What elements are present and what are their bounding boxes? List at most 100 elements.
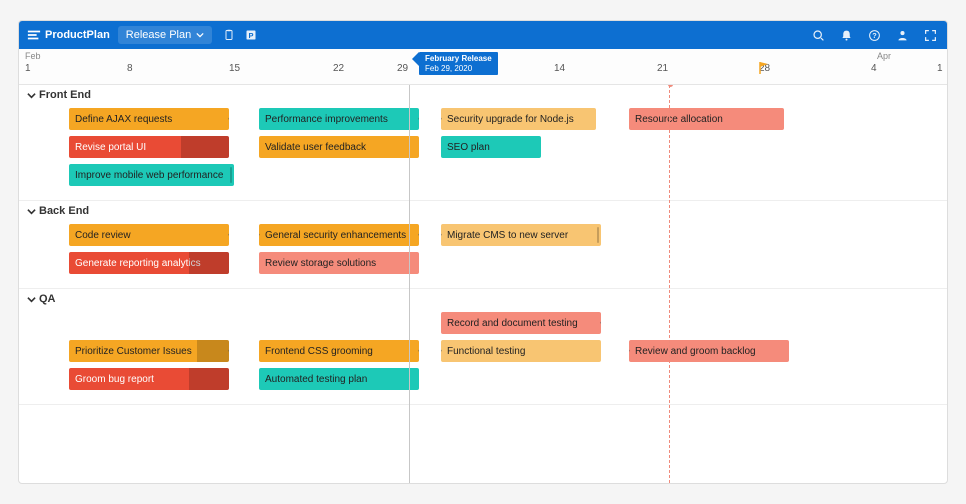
bar-label: Security upgrade for Node.js: [447, 114, 574, 125]
roadmap-bar[interactable]: Functional testing ⊷: [441, 340, 601, 362]
svg-text:P: P: [249, 31, 254, 40]
lane-rows: Define AJAX requests⊶ Performance improve…: [19, 105, 947, 200]
timeline-header: FebMarApr18152229714212841February Relea…: [19, 49, 947, 85]
roadmap-bar[interactable]: Groom bug report: [69, 368, 229, 390]
bar-label: Migrate CMS to new server: [447, 230, 568, 241]
link-left-icon[interactable]: ⊷: [259, 230, 260, 241]
milestone-title: February Release: [425, 54, 492, 64]
link-right-icon[interactable]: ⊶: [228, 230, 229, 241]
marker-line: [669, 85, 670, 483]
today-line: [409, 85, 410, 483]
lane: QARecord and document testing⊶Prioritize…: [19, 289, 947, 405]
roadmap-bar[interactable]: Generate reporting analytics: [69, 252, 229, 274]
roadmap-bar[interactable]: Code review⊶: [69, 224, 229, 246]
link-right-icon[interactable]: ⊶: [228, 114, 229, 125]
lane-row: Groom bug report Automated testing plan: [19, 368, 947, 392]
parking-icon[interactable]: P: [242, 26, 260, 44]
link-left-icon[interactable]: ⊷: [441, 114, 442, 125]
lane-row: Define AJAX requests⊶ Performance improve…: [19, 108, 947, 132]
roadmap-bar[interactable]: Migrate CMS to new server ⊷: [441, 224, 601, 246]
date-tick: 14: [554, 63, 565, 74]
svg-text:?: ?: [872, 30, 877, 39]
bar-label: Revise portal UI: [75, 142, 146, 153]
roadmap-bar[interactable]: Define AJAX requests⊶: [69, 108, 229, 130]
flag-icon[interactable]: [759, 62, 769, 77]
month-label: Feb: [25, 51, 41, 61]
resize-handle[interactable]: [230, 167, 232, 183]
bar-label: Performance improvements: [265, 114, 388, 125]
roadmap-bar[interactable]: Review and groom backlog ⊷: [629, 340, 789, 362]
lane-row: Improve mobile web performance: [19, 164, 947, 188]
bar-label: Review storage solutions: [265, 258, 376, 269]
bar-label: Prioritize Customer Issues: [75, 346, 192, 357]
link-right-icon[interactable]: ⊶: [600, 318, 601, 329]
bar-label: General security enhancements: [265, 230, 406, 241]
roadmap-bar[interactable]: Security upgrade for Node.js ⊷: [441, 108, 596, 130]
lane-header[interactable]: Front End: [19, 85, 947, 105]
lane-title: Back End: [39, 205, 89, 217]
bar-label: Groom bug report: [75, 374, 154, 385]
bar-label: Functional testing: [447, 346, 525, 357]
roadmap-bar[interactable]: Review storage solutions: [259, 252, 419, 274]
app-logo[interactable]: ProductPlan: [27, 28, 110, 42]
plan-selector-label: Release Plan: [126, 29, 191, 41]
date-tick: 8: [127, 63, 133, 74]
bar-label: Automated testing plan: [265, 374, 367, 385]
link-right-icon[interactable]: ⊶: [418, 230, 419, 241]
user-icon[interactable]: [893, 26, 911, 44]
lane: Back End Code review⊶ General security enh…: [19, 201, 947, 289]
roadmap-bar[interactable]: Revise portal UI: [69, 136, 229, 158]
date-tick: 21: [657, 63, 668, 74]
link-right-icon[interactable]: ⊶: [418, 114, 419, 125]
bar-progress: [181, 136, 229, 158]
bar-progress: [189, 368, 229, 390]
header-actions: ?: [809, 26, 939, 44]
date-tick: 1: [937, 63, 943, 74]
link-right-icon[interactable]: ⊶: [228, 346, 229, 357]
link-right-icon[interactable]: ⊶: [418, 346, 419, 357]
app-header: ProductPlan Release Plan P ?: [19, 21, 947, 49]
roadmap-bar[interactable]: Frontend CSS grooming⊶: [259, 340, 419, 362]
help-icon[interactable]: ?: [865, 26, 883, 44]
date-tick: 22: [333, 63, 344, 74]
chevron-down-icon: [27, 91, 36, 100]
roadmap-body: Front End Define AJAX requests⊶ Performanc…: [19, 85, 947, 483]
link-left-icon[interactable]: ⊷: [629, 346, 630, 357]
plan-selector[interactable]: Release Plan: [118, 26, 212, 44]
roadmap-bar[interactable]: Record and document testing ⊶: [441, 312, 601, 334]
date-tick: 4: [871, 63, 877, 74]
roadmap-bar[interactable]: Resource allocation: [629, 108, 784, 130]
caret-down-icon: [196, 31, 204, 39]
bell-icon[interactable]: [837, 26, 855, 44]
bar-label: Record and document testing: [447, 318, 578, 329]
chevron-down-icon: [27, 295, 36, 304]
roadmap-bar[interactable]: General security enhancements ⊶ ⊷: [259, 224, 419, 246]
date-tick: 29: [397, 63, 408, 74]
bar-progress: [197, 340, 229, 362]
milestone-marker[interactable]: February ReleaseFeb 29, 2020: [419, 52, 498, 75]
resize-handle[interactable]: [597, 227, 599, 243]
link-left-icon[interactable]: ⊷: [441, 230, 442, 241]
lane-title: QA: [39, 293, 56, 305]
clipboard-icon[interactable]: [220, 26, 238, 44]
header-tools: P: [220, 26, 260, 44]
bar-label: Review and groom backlog: [635, 346, 756, 357]
chevron-down-icon: [27, 207, 36, 216]
roadmap-bar[interactable]: Validate user feedback: [259, 136, 419, 158]
link-left-icon[interactable]: ⊷: [441, 346, 442, 357]
bar-label: Generate reporting analytics: [75, 258, 201, 269]
roadmap-bar[interactable]: Automated testing plan: [259, 368, 419, 390]
expand-icon[interactable]: [921, 26, 939, 44]
search-icon[interactable]: [809, 26, 827, 44]
lane-header[interactable]: Back End: [19, 201, 947, 221]
lane-row: Code review⊶ General security enhancement…: [19, 224, 947, 248]
lane: Front End Define AJAX requests⊶ Performanc…: [19, 85, 947, 201]
roadmap-bar[interactable]: Performance improvements ⊶: [259, 108, 419, 130]
roadmap-bar[interactable]: Improve mobile web performance: [69, 164, 234, 186]
bar-label: Improve mobile web performance: [75, 170, 223, 181]
roadmap-bar[interactable]: SEO plan: [441, 136, 541, 158]
roadmap-bar[interactable]: Prioritize Customer Issues ⊶: [69, 340, 229, 362]
lane-header[interactable]: QA: [19, 289, 947, 309]
lane-row: Record and document testing ⊶: [19, 312, 947, 336]
lane-row: Revise portal UI Validate user feedback SE…: [19, 136, 947, 160]
